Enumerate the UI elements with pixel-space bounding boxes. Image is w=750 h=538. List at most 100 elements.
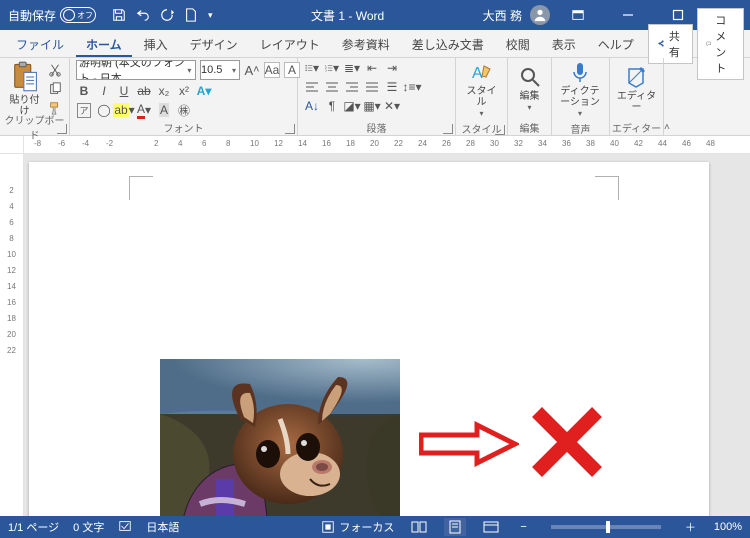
- dictate-button[interactable]: ディクテーション ▾: [558, 60, 602, 119]
- strikethrough-button[interactable]: ab: [136, 83, 152, 99]
- undo-icon[interactable]: [136, 8, 150, 22]
- paste-button[interactable]: 貼り付け: [6, 61, 43, 117]
- group-label-paragraph: 段落: [367, 120, 387, 135]
- text-effects-icon[interactable]: A▾: [196, 83, 212, 99]
- horizontal-ruler[interactable]: -8-6-4-224681012141618202224262830323436…: [24, 136, 750, 153]
- focus-mode-button[interactable]: フォーカス: [321, 519, 394, 535]
- print-layout-icon[interactable]: [444, 518, 466, 536]
- styles-launcher-icon[interactable]: [495, 125, 505, 135]
- font-size-select[interactable]: 10.5▾: [200, 60, 240, 80]
- editor-button[interactable]: エディター: [616, 65, 657, 113]
- zoom-level[interactable]: 100%: [714, 521, 742, 533]
- show-marks-icon[interactable]: ¶: [324, 98, 340, 114]
- decrease-indent-icon[interactable]: ⇤: [364, 60, 380, 76]
- bullets-icon[interactable]: ▾: [304, 60, 320, 76]
- vertical-ruler[interactable]: 246810121416182022: [0, 154, 24, 516]
- align-left-icon[interactable]: [304, 79, 320, 95]
- ruby-button[interactable]: ア: [76, 102, 92, 118]
- italic-button[interactable]: I: [96, 83, 112, 99]
- vruler-tick: 10: [7, 248, 16, 264]
- font-launcher-icon[interactable]: [285, 124, 295, 134]
- bold-button[interactable]: B: [76, 83, 92, 99]
- web-layout-icon[interactable]: [480, 518, 502, 536]
- clipboard-stack: [47, 62, 63, 116]
- zoom-out-button[interactable]: −: [516, 521, 530, 533]
- tab-view[interactable]: 表示: [542, 30, 586, 57]
- borders-icon[interactable]: ▦▾: [364, 98, 380, 114]
- autosave-toggle[interactable]: 自動保存 オフ: [8, 7, 96, 24]
- clipboard-launcher-icon[interactable]: [57, 124, 67, 134]
- ruler-tick: 22: [394, 139, 403, 148]
- read-mode-icon[interactable]: [408, 518, 430, 536]
- redo-icon[interactable]: [160, 8, 174, 22]
- focus-icon: [321, 520, 335, 534]
- font-family-select[interactable]: 游明朝 (本文のフォント - 日本▾: [76, 60, 196, 80]
- grow-font-icon[interactable]: A˄: [244, 62, 260, 78]
- ruler-tick: 16: [322, 139, 331, 148]
- paragraph-launcher-icon[interactable]: [443, 124, 453, 134]
- text-highlight-button[interactable]: ab▾: [116, 102, 132, 118]
- justify-icon[interactable]: [364, 79, 380, 95]
- ruler-tick: 44: [658, 139, 667, 148]
- asian-layout-icon[interactable]: ✕▾: [384, 98, 400, 114]
- superscript-button[interactable]: x²: [176, 83, 192, 99]
- zoom-thumb[interactable]: [606, 521, 610, 533]
- change-case-button[interactable]: Aa: [264, 62, 280, 78]
- tab-review[interactable]: 校閲: [496, 30, 540, 57]
- ruler-tick: 32: [514, 139, 523, 148]
- ruler-tick: 8: [226, 139, 230, 148]
- enclose-chars-icon[interactable]: ◯: [96, 102, 112, 118]
- status-page[interactable]: 1/1 ページ: [8, 519, 59, 535]
- tab-design[interactable]: デザイン: [180, 30, 248, 57]
- font-color-button[interactable]: A▾: [136, 102, 152, 118]
- numbering-icon[interactable]: 123▾: [324, 60, 340, 76]
- distributed-icon[interactable]: ☰: [384, 79, 400, 95]
- tab-file[interactable]: ファイル: [6, 30, 74, 57]
- align-center-icon[interactable]: [324, 79, 340, 95]
- increase-indent-icon[interactable]: ⇥: [384, 60, 400, 76]
- styles-button[interactable]: A スタイル ▾: [462, 60, 501, 119]
- ruler-tick: 34: [538, 139, 547, 148]
- copy-icon[interactable]: [47, 81, 63, 97]
- char-shading-icon[interactable]: A: [156, 102, 172, 118]
- minimize-button[interactable]: [606, 0, 650, 30]
- ruler-tick: -4: [82, 139, 89, 148]
- tab-mailings[interactable]: 差し込み文書: [402, 30, 494, 57]
- editing-button[interactable]: 編集 ▾: [514, 65, 545, 113]
- tab-references[interactable]: 参考資料: [332, 30, 400, 57]
- comment-button[interactable]: コメント: [697, 8, 744, 80]
- collapse-ribbon[interactable]: ˄: [664, 58, 674, 135]
- group-label-voice: 音声: [571, 121, 591, 136]
- styles-label: スタイル: [462, 86, 501, 108]
- status-word-count[interactable]: 0 文字: [73, 519, 104, 535]
- user-avatar[interactable]: [530, 5, 550, 25]
- ribbon-display-icon[interactable]: [556, 0, 600, 30]
- document-scroll[interactable]: [24, 154, 750, 516]
- zoom-in-button[interactable]: ＋: [681, 519, 700, 535]
- sort-icon[interactable]: A↓: [304, 98, 320, 114]
- vruler-tick: 22: [7, 344, 16, 360]
- tab-layout[interactable]: レイアウト: [250, 30, 330, 57]
- tab-home[interactable]: ホーム: [76, 30, 132, 57]
- subscript-button[interactable]: x₂: [156, 83, 172, 99]
- document-icon[interactable]: [184, 8, 198, 22]
- status-bar: 1/1 ページ 0 文字 日本語 フォーカス − ＋ 100%: [0, 516, 750, 538]
- underline-button[interactable]: U: [116, 83, 132, 99]
- multilevel-list-icon[interactable]: ≣▾: [344, 60, 360, 76]
- line-spacing-icon[interactable]: ↕≡▾: [404, 79, 420, 95]
- status-language[interactable]: 日本語: [146, 519, 179, 535]
- zoom-slider[interactable]: [551, 525, 661, 529]
- enclose-text-icon[interactable]: ㊑: [176, 102, 192, 118]
- align-right-icon[interactable]: [344, 79, 360, 95]
- cut-icon[interactable]: [47, 62, 63, 78]
- tab-insert[interactable]: 挿入: [134, 30, 178, 57]
- user-name: 大西 務: [483, 7, 522, 24]
- group-editor: エディター エディター: [610, 58, 664, 135]
- ruler-tick: 10: [250, 139, 259, 148]
- shading-icon[interactable]: ◪▾: [344, 98, 360, 114]
- tab-help[interactable]: ヘルプ: [588, 30, 644, 57]
- save-icon[interactable]: [112, 8, 126, 22]
- status-spellcheck-icon[interactable]: [118, 519, 132, 536]
- embedded-image-dog[interactable]: [160, 359, 400, 516]
- group-font: 游明朝 (本文のフォント - 日本▾ 10.5▾ A˄ Aa A B I U a…: [70, 58, 298, 135]
